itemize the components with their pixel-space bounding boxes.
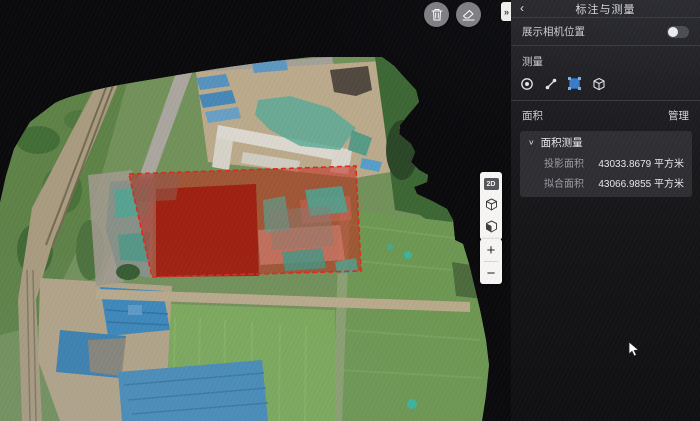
projected-area-row: 投影面积 43033.8679 平方米 [528,155,684,170]
card-title: 面积测量 [541,135,583,150]
zoom-out-button[interactable]: − [480,262,502,284]
trash-icon [431,8,443,21]
view-3d-wireframe-button[interactable] [483,196,499,212]
ortho-imagery [0,0,511,421]
area-section-row: 面积 管理 [511,103,700,127]
measure-section-label: 测量 [511,46,700,71]
trash-button[interactable] [424,2,449,27]
panel-title: 标注与测量 [511,1,700,17]
panel-header: ‹ 标注与测量 [511,0,700,17]
orthomosaic-map[interactable] [0,0,511,421]
view-3d-model-button[interactable] [483,218,499,234]
eraser-button[interactable] [456,2,481,27]
eraser-icon [462,9,475,21]
projected-area-label: 投影面积 [544,155,584,170]
camera-position-row: 展示相机位置 [511,18,700,45]
fitted-area-row: 拟合面积 43066.9855 平方米 [528,175,684,190]
area-measure-button[interactable] [567,76,582,91]
camera-position-label: 展示相机位置 [522,24,585,39]
area-section-label: 面积 [522,108,543,123]
collapse-icon: » [504,7,509,17]
volume-measure-icon [592,77,606,91]
distance-measure-button[interactable] [543,76,558,91]
mode-2d-button[interactable]: 2D [484,178,499,190]
manage-button[interactable]: 管理 [668,108,689,123]
point-measure-button[interactable] [519,76,534,91]
chevron-down-icon: ∨ [528,138,535,147]
distance-measure-icon [544,77,558,91]
measure-tools-row [511,71,700,100]
zoom-panel: + − [480,239,502,284]
projected-area-value: 43033.8679 平方米 [598,155,684,170]
zoom-in-button[interactable]: + [480,239,502,261]
annotation-measure-panel: ‹ 标注与测量 展示相机位置 测量 [511,0,700,421]
card-header[interactable]: ∨ 面积测量 [528,135,684,150]
camera-position-toggle[interactable] [667,26,689,38]
toggle-knob [668,27,678,37]
view-mode-panel: 2D [480,172,502,240]
area-measure-icon [567,76,582,91]
cube-shaded-icon [485,220,498,233]
app-window: » 2D + − ‹ 标注与测量 展示相机位置 [0,0,700,421]
divider [511,100,700,101]
area-measurement-card[interactable]: ∨ 面积测量 投影面积 43033.8679 平方米 拟合面积 43066.98… [520,131,692,197]
point-measure-icon [520,77,534,91]
fitted-area-value: 43066.9855 平方米 [598,175,684,190]
fitted-area-label: 拟合面积 [544,175,584,190]
volume-measure-button[interactable] [591,76,606,91]
cube-outline-icon [485,198,498,211]
back-button[interactable]: ‹ [520,1,524,15]
